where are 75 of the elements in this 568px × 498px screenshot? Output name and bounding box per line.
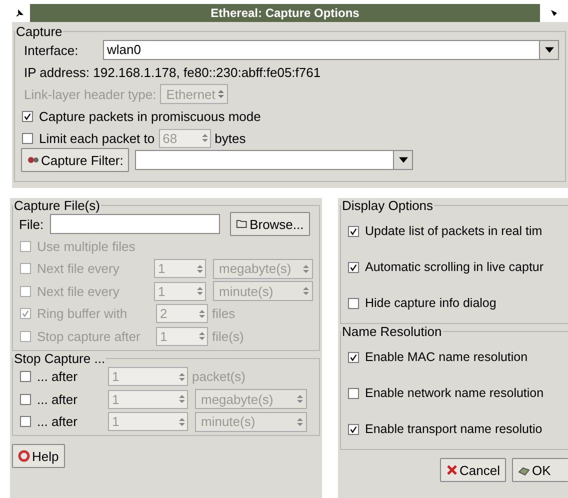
checkbox[interactable] bbox=[348, 388, 359, 398]
capture-filter-button[interactable]: Capture Filter: bbox=[21, 148, 130, 172]
file-input[interactable] bbox=[50, 214, 220, 234]
up-down-arrows-icon bbox=[179, 416, 185, 427]
checkbox[interactable] bbox=[348, 262, 359, 272]
checkbox[interactable] bbox=[22, 110, 33, 122]
checkbox-label: Enable network name resolution bbox=[365, 386, 544, 400]
group-title: Capture File(s) bbox=[13, 198, 101, 213]
checkbox-label: Limit each packet to bbox=[39, 130, 155, 146]
checkbox-label: Next file every bbox=[37, 284, 120, 299]
checkbox-label: Next file every bbox=[37, 261, 120, 276]
file-label: File: bbox=[19, 216, 44, 232]
checkbox-label: ... after bbox=[37, 369, 78, 384]
group-title: Display Options bbox=[341, 198, 434, 213]
unit-select[interactable]: minute(s) bbox=[195, 412, 307, 432]
checkbox-label: ... after bbox=[37, 414, 78, 430]
checkbox-label: Enable transport name resolutio bbox=[365, 422, 542, 436]
group-title: Stop Capture ... bbox=[13, 350, 106, 366]
checkbox-label: Update list of packets in real tim bbox=[365, 224, 542, 238]
help-button[interactable]: Help bbox=[12, 444, 65, 468]
checkbox-label: Ring buffer with bbox=[37, 306, 128, 322]
unit-label: bytes bbox=[214, 130, 246, 146]
up-down-arrows-icon bbox=[202, 133, 208, 143]
checkbox[interactable] bbox=[348, 298, 359, 308]
unit-select[interactable]: megabyte(s) bbox=[195, 389, 307, 410]
up-down-arrows-icon bbox=[297, 416, 303, 427]
link-layer-select[interactable]: Ethernet bbox=[160, 84, 228, 104]
checkbox-label: Enable MAC name resolution bbox=[365, 350, 528, 364]
dropdown-arrow-icon bbox=[398, 157, 408, 163]
checkbox[interactable] bbox=[20, 416, 31, 428]
up-down-arrows-icon bbox=[199, 331, 205, 342]
ip-address-text: IP address: 192.168.1.178, fe80::230:abff:fe05:f761 bbox=[24, 64, 321, 80]
dropdown-arrow-icon bbox=[544, 47, 554, 53]
interface-combo[interactable]: wlan0 bbox=[103, 40, 559, 60]
checkbox[interactable] bbox=[348, 226, 359, 236]
up-down-arrows-icon bbox=[297, 394, 303, 404]
checkbox[interactable] bbox=[22, 132, 33, 144]
up-down-arrows-icon bbox=[303, 286, 309, 296]
menu-arrow-icon[interactable] bbox=[550, 9, 558, 17]
checkbox-label: Automatic scrolling in live captur bbox=[365, 260, 544, 274]
checkbox-label: Stop capture after bbox=[37, 328, 142, 344]
lifebuoy-icon bbox=[18, 450, 30, 462]
group-title: Name Resolution bbox=[341, 324, 443, 339]
dropdown-button[interactable] bbox=[539, 41, 558, 59]
filter-icon bbox=[27, 154, 39, 166]
dropdown-button[interactable] bbox=[393, 151, 412, 169]
pin-icon[interactable] bbox=[15, 8, 24, 18]
checkbox[interactable] bbox=[348, 424, 359, 434]
window-title: Ethereal: Capture Options bbox=[30, 4, 540, 22]
unit-label: files bbox=[212, 306, 236, 322]
browse-button[interactable]: Browse... bbox=[230, 212, 310, 236]
unit-label: packet(s) bbox=[192, 369, 246, 384]
interface-value: wlan0 bbox=[106, 41, 142, 59]
up-down-arrows-icon bbox=[179, 394, 185, 404]
up-down-arrows-icon bbox=[218, 89, 224, 99]
checkbox-label: ... after bbox=[37, 392, 78, 407]
folder-icon bbox=[236, 218, 248, 230]
up-down-arrows-icon bbox=[197, 264, 203, 274]
checkbox[interactable] bbox=[348, 352, 359, 362]
interface-label: Interface: bbox=[23, 42, 80, 58]
checkbox-label: Capture packets in promiscuous mode bbox=[39, 108, 261, 124]
ok-button[interactable]: OK bbox=[512, 458, 568, 482]
up-down-arrows-icon bbox=[179, 372, 185, 382]
checkbox[interactable] bbox=[20, 371, 31, 382]
checkbox-label: Hide capture info dialog bbox=[365, 296, 496, 310]
checkbox[interactable] bbox=[20, 394, 31, 405]
cross-icon bbox=[446, 464, 458, 476]
unit-label: file(s) bbox=[212, 328, 244, 344]
up-down-arrows-icon bbox=[197, 286, 203, 296]
cancel-button[interactable]: Cancel bbox=[440, 458, 506, 482]
up-down-arrows-icon bbox=[303, 264, 309, 274]
up-down-arrows-icon bbox=[199, 308, 205, 319]
group-title: Capture bbox=[15, 24, 64, 39]
link-layer-label: Link-layer header type: bbox=[24, 86, 156, 102]
checkbox-label: Use multiple files bbox=[37, 238, 136, 254]
